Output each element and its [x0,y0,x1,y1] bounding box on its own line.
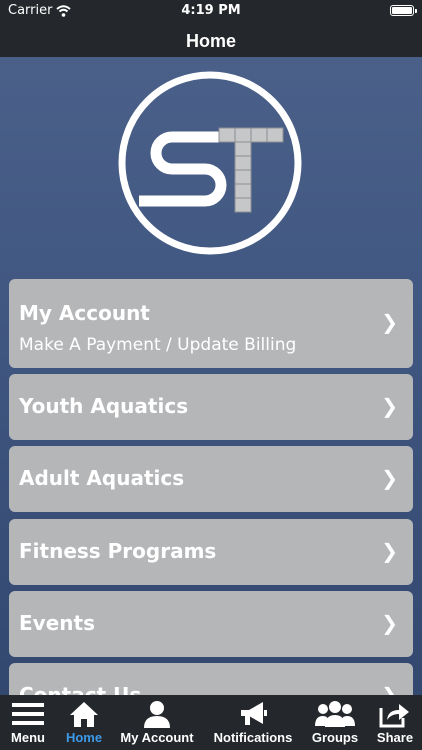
status-bar: Carrier 4:19 PM [0,0,422,22]
menu-item-sublabel: Make A Payment / Update Billing [19,335,297,355]
menu-item-contact-us[interactable]: Contact Us ❯ [9,663,413,695]
menu-item-label: Contact Us [19,683,142,695]
tab-share[interactable]: Share [368,695,422,750]
chevron-right-icon: ❯ [381,466,398,490]
st-logo [118,71,302,255]
person-icon [144,701,170,728]
menu-item-label: Fitness Programs [19,539,217,563]
chevron-right-icon: ❯ [381,683,398,695]
status-time: 4:19 PM [181,3,241,18]
tab-bar: Menu Home My Account Notifications Group… [0,695,422,750]
group-icon [315,701,355,727]
menu-item-label: My Account [19,301,150,325]
tab-my-account[interactable]: My Account [112,695,202,750]
menu-item-my-account[interactable]: My Account Make A Payment / Update Billi… [9,279,413,368]
tab-notifications[interactable]: Notifications [205,695,301,750]
menu-item-adult-aquatics[interactable]: Adult Aquatics ❯ [9,446,413,512]
tab-label: Notifications [213,730,293,745]
menu-item-label: Youth Aquatics [19,394,189,418]
tab-label: Home [65,730,103,745]
hamburger-icon [12,703,44,725]
tab-label: My Account [120,730,194,745]
menu-item-label: Adult Aquatics [19,466,185,490]
menu-item-events[interactable]: Events ❯ [9,591,413,657]
battery-icon [390,5,417,16]
share-icon [379,704,409,728]
menu-item-youth-aquatics[interactable]: Youth Aquatics ❯ [9,374,413,440]
tab-groups[interactable]: Groups [305,695,365,750]
main-content: My Account Make A Payment / Update Billi… [0,57,422,695]
megaphone-icon [241,702,267,725]
tab-label: Groups [311,730,359,745]
page-title: Home [185,31,236,51]
chevron-right-icon: ❯ [381,394,398,418]
menu-item-fitness-programs[interactable]: Fitness Programs ❯ [9,519,413,585]
nav-bar: Home [0,22,422,58]
tab-label: Menu [11,730,45,745]
home-icon [70,702,98,727]
menu-item-label: Events [19,611,95,635]
chevron-right-icon: ❯ [381,539,398,563]
chevron-right-icon: ❯ [381,310,398,334]
tab-label: Share [376,730,414,745]
tab-home[interactable]: Home [56,695,112,750]
tab-menu[interactable]: Menu [0,695,56,750]
chevron-right-icon: ❯ [381,611,398,635]
